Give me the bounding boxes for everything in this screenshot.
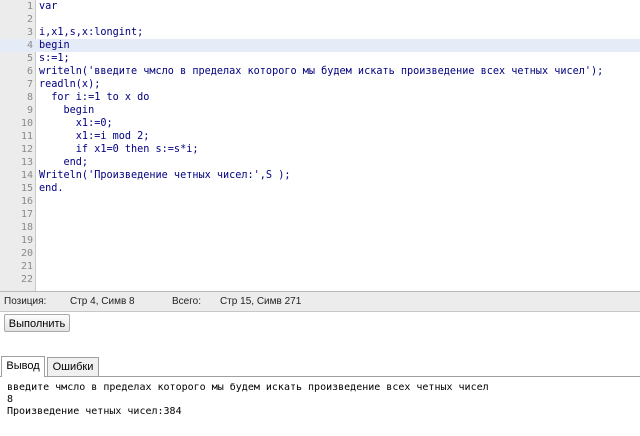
code-text[interactable]: begin [39, 39, 70, 52]
code-line[interactable]: 7 readln(x); [0, 78, 640, 91]
line-number: 2 [26, 14, 33, 25]
code-text[interactable]: s:=1; [39, 52, 70, 65]
code-line[interactable]: 18 [0, 221, 640, 234]
tab-output[interactable]: Вывод [1, 356, 45, 377]
code-text[interactable]: writeln('введите чмсло в пределах которо… [39, 65, 603, 78]
code-line[interactable]: 12 if x1=0 then s:=s*i; [0, 143, 640, 156]
code-line[interactable]: 13 end; [0, 156, 640, 169]
line-number: 8 [26, 92, 33, 103]
output-line: 8 [7, 394, 14, 405]
total-label: Всего: [172, 296, 201, 307]
code-line[interactable]: 14 Writeln('Произведение четных чисел:',S… [0, 169, 640, 182]
code-line[interactable]: 21 [0, 260, 640, 273]
code-text[interactable]: readln(x); [39, 78, 100, 91]
line-number: 21 [20, 261, 33, 272]
tab-errors[interactable]: Ошибки [47, 357, 99, 376]
code-text[interactable]: end. [39, 182, 64, 195]
code-line[interactable]: 8 for i:=1 to x do [0, 91, 640, 104]
code-line[interactable]: 2 [0, 13, 640, 26]
code-line[interactable]: 15 end. [0, 182, 640, 195]
line-number: 16 [20, 196, 33, 207]
code-text[interactable]: for i:=1 to x do [39, 91, 149, 104]
code-line[interactable]: 9 begin [0, 104, 640, 117]
total-value: Стр 15, Симв 271 [220, 296, 302, 307]
code-text[interactable]: if x1=0 then s:=s*i; [39, 143, 199, 156]
code-text[interactable]: var [39, 0, 57, 13]
code-line[interactable]: 6 writeln('введите чмсло в пределах котор… [0, 65, 640, 78]
code-text[interactable]: i,x1,s,x:longint; [39, 26, 143, 39]
code-line[interactable]: 17 [0, 208, 640, 221]
code-editor[interactable]: 1 var 2 3 i,x1,s,x:longint; 4 begin 5 s:=1; 6 writ… [0, 0, 640, 292]
line-number: 13 [20, 157, 33, 168]
line-number: 6 [26, 66, 33, 77]
code-line[interactable]: 22 [0, 273, 640, 286]
line-number: 12 [20, 144, 33, 155]
line-number: 7 [26, 79, 33, 90]
line-number: 10 [20, 118, 33, 129]
code-line[interactable]: 10 x1:=0; [0, 117, 640, 130]
line-number: 1 [26, 1, 33, 12]
status-bar: Позиция: Стр 4, Симв 8 Всего: Стр 15, Си… [0, 292, 640, 312]
position-label: Позиция: [4, 296, 47, 307]
code-text[interactable]: Writeln('Произведение четных чисел:',S )… [39, 169, 290, 182]
code-line[interactable]: 19 [0, 234, 640, 247]
output-panel: введите чмсло в пределах которого мы буд… [0, 377, 640, 436]
line-number: 17 [20, 209, 33, 220]
code-text[interactable]: begin [39, 104, 95, 117]
code-line[interactable]: 4 begin [0, 39, 640, 52]
line-number: 14 [20, 170, 33, 181]
code-line[interactable]: 5 s:=1; [0, 52, 640, 65]
output-line: введите чмсло в пределах которого мы буд… [7, 382, 489, 393]
position-value: Стр 4, Симв 8 [70, 296, 135, 307]
line-number: 19 [20, 235, 33, 246]
line-number: 4 [26, 40, 33, 51]
code-line[interactable]: 20 [0, 247, 640, 260]
line-number: 20 [20, 248, 33, 259]
code-line[interactable]: 16 [0, 195, 640, 208]
run-button[interactable]: Выполнить [4, 314, 70, 332]
code-text[interactable]: end; [39, 156, 89, 169]
code-line[interactable]: 1 var [0, 0, 640, 13]
output-tabs: Вывод Ошибки [0, 356, 640, 377]
code-line[interactable]: 11 x1:=i mod 2; [0, 130, 640, 143]
line-number: 22 [20, 274, 33, 285]
output-line: Произведение четных чисел:384 [7, 406, 182, 417]
line-number: 3 [26, 27, 33, 38]
line-number: 9 [26, 105, 33, 116]
line-number: 5 [26, 53, 33, 64]
line-number: 11 [20, 131, 33, 142]
code-line[interactable]: 3 i,x1,s,x:longint; [0, 26, 640, 39]
line-number: 18 [20, 222, 33, 233]
code-text[interactable]: x1:=0; [39, 117, 113, 130]
code-text[interactable]: x1:=i mod 2; [39, 130, 150, 143]
line-number: 15 [20, 183, 33, 194]
